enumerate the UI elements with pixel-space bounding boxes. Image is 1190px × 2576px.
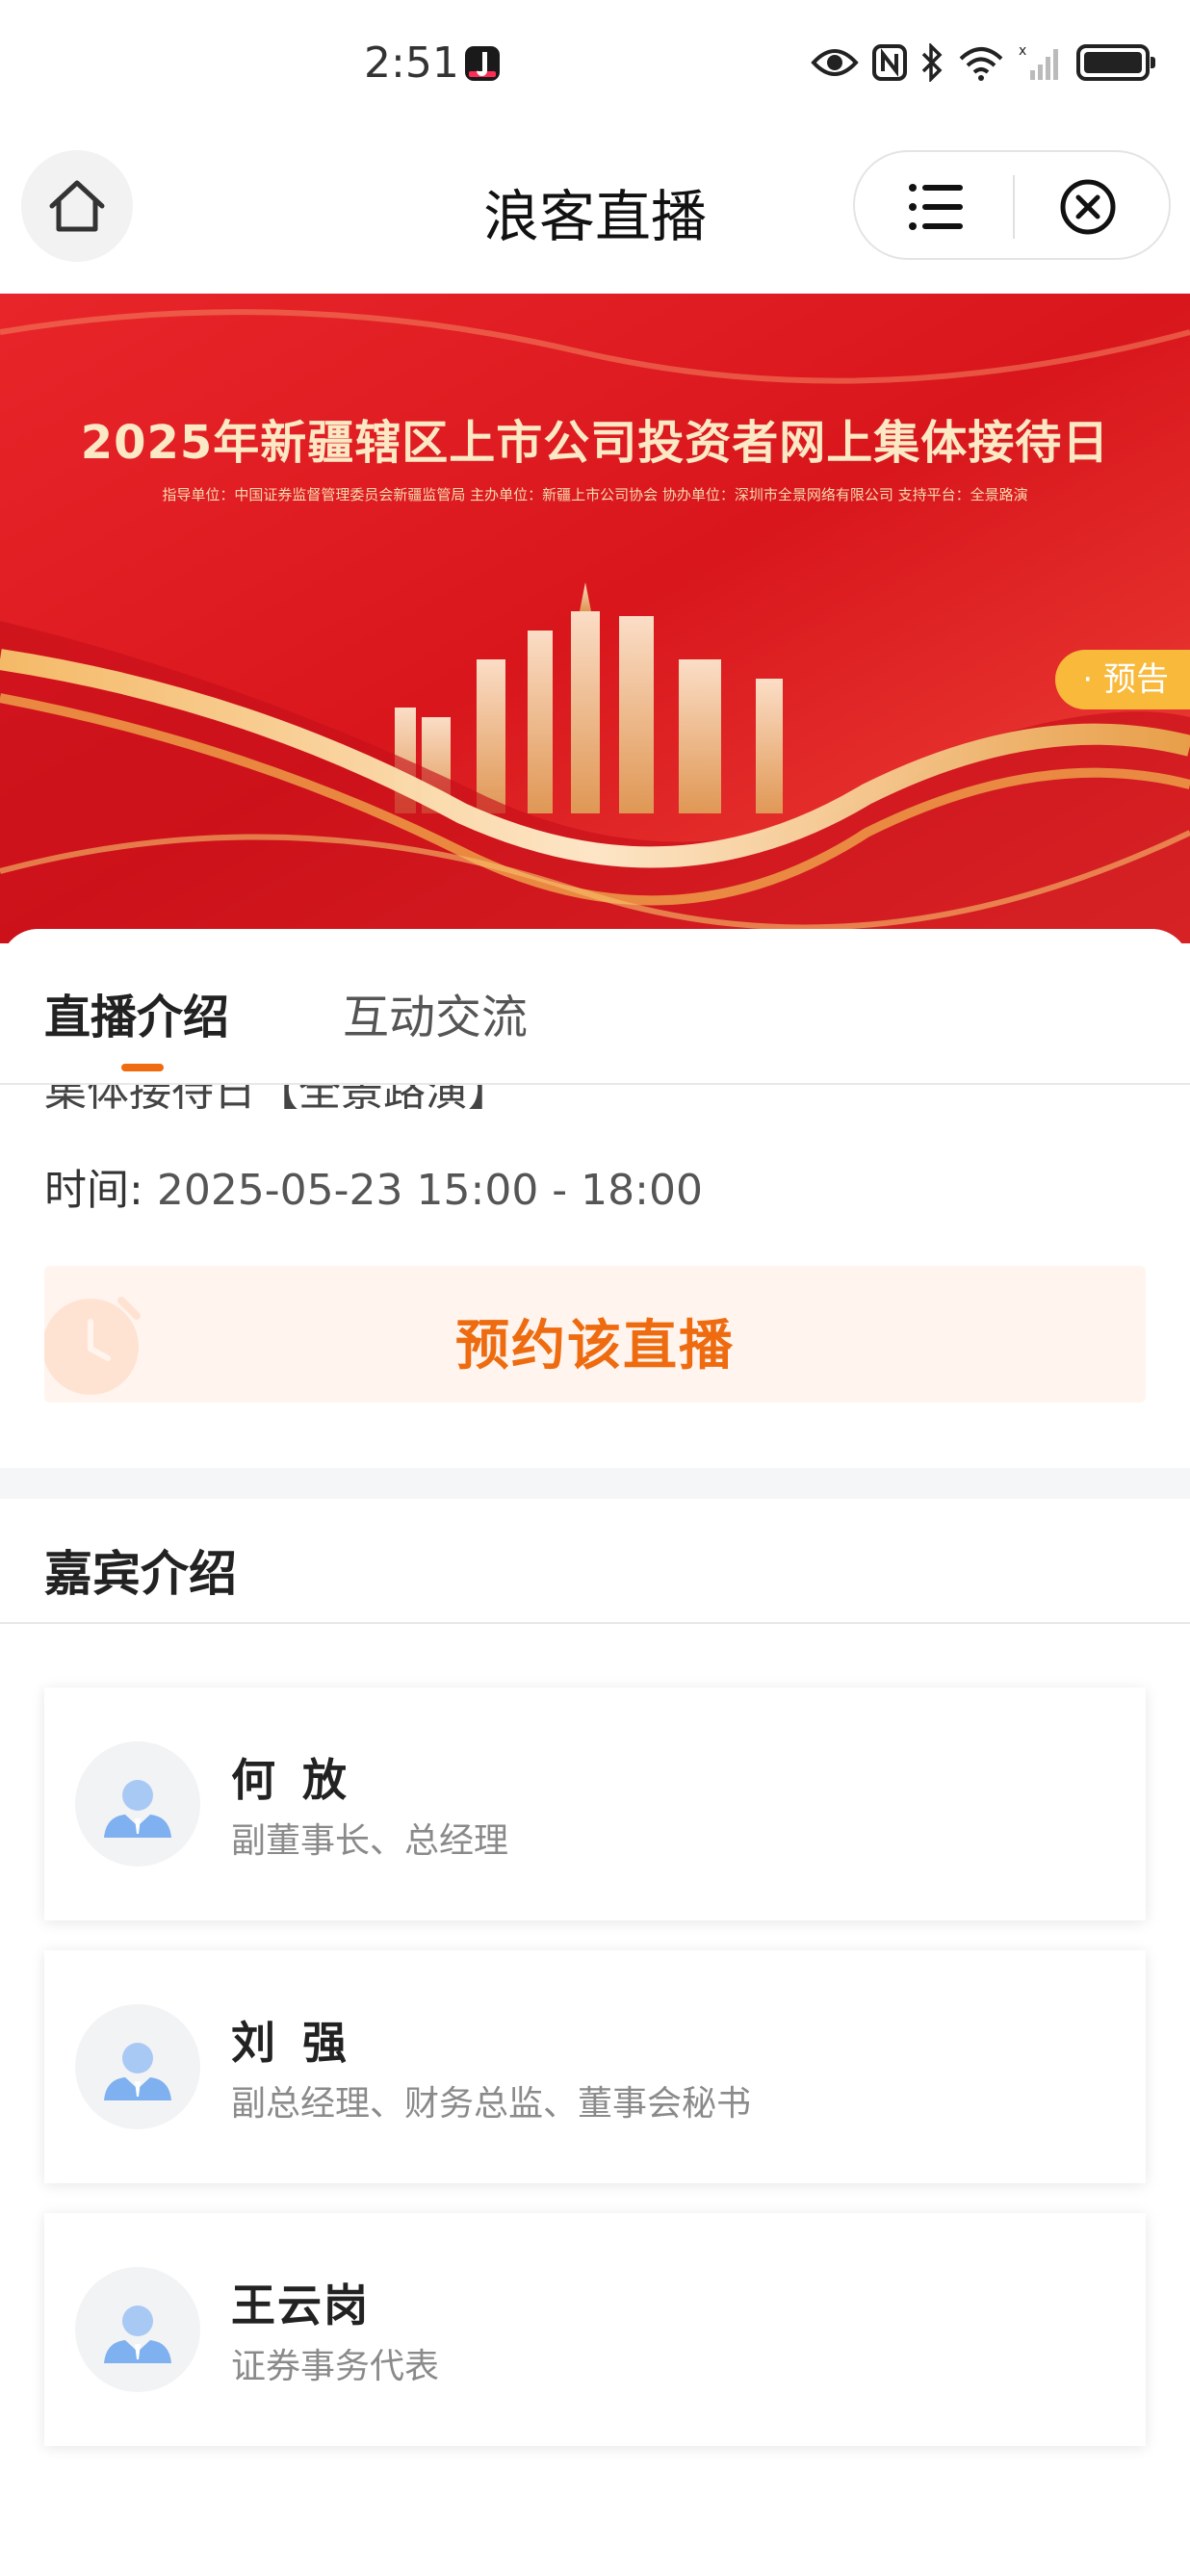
tab-bar: 直播介绍 互动交流 (0, 929, 1190, 1085)
status-time: 2:51 (364, 39, 459, 88)
avatar (75, 2004, 200, 2129)
avatar (75, 1741, 200, 1867)
svg-text:x: x (1019, 43, 1026, 59)
close-button[interactable] (1057, 176, 1119, 238)
status-icons: x (811, 40, 1155, 85)
guest-name: 何 放 (231, 1754, 353, 1806)
wifi-icon (957, 43, 1005, 82)
guest-role: 副董事长、总经理 (231, 1821, 509, 1861)
status-bar: 2:51 x (0, 0, 1190, 135)
guest-card[interactable]: 何 放 副董事长、总经理 (44, 1687, 1146, 1920)
eye-icon (811, 45, 859, 80)
guest-section-header: 嘉宾介绍 (0, 1499, 1190, 1624)
person-icon (104, 2306, 171, 2363)
list-menu-icon (909, 184, 963, 230)
nav-bar: 浪客直播 (0, 135, 1190, 294)
banner-title: 2025年新疆辖区上市公司投资者网上集体接待日 (80, 416, 1110, 470)
section-divider (0, 1468, 1190, 1499)
menu-button[interactable] (903, 178, 970, 236)
person-icon (104, 1780, 171, 1838)
nfc-icon (872, 44, 907, 81)
signal-icon: x (1019, 43, 1063, 82)
reserve-live-button[interactable]: 预约该直播 (44, 1266, 1146, 1403)
tab-live-intro[interactable]: 直播介绍 (44, 979, 229, 1046)
guest-card[interactable]: 王云岗 证券事务代表 (44, 2213, 1146, 2446)
capsule-divider (1013, 175, 1015, 239)
battery-icon (1076, 44, 1155, 81)
content-sheet: 集体接待日【全景路演】 直播介绍 互动交流 时间: 2025-05-23 15:… (0, 929, 1190, 2576)
avatar (75, 2267, 200, 2392)
reserve-label: 预约该直播 (455, 1315, 735, 1378)
active-tab-indicator (121, 1064, 164, 1071)
mini-program-capsule (853, 150, 1171, 260)
preview-badge: · 预告 (1055, 650, 1190, 709)
live-banner-image[interactable]: 2025年新疆辖区上市公司投资者网上集体接待日 指导单位：中国证券监督管理委员会… (0, 294, 1190, 943)
guest-name: 刘 强 (231, 2017, 353, 2069)
banner-subtitle: 指导单位：中国证券监督管理委员会新疆监管局 主办单位：新疆上市公司协会 协办单位… (162, 486, 1028, 503)
time-value: 2025-05-23 15:00 - 18:00 (156, 1166, 703, 1215)
guest-role: 证券事务代表 (231, 2347, 440, 2386)
tab-interaction[interactable]: 互动交流 (343, 979, 528, 1046)
close-circle-icon (1060, 179, 1116, 235)
live-time: 时间: 2025-05-23 15:00 - 18:00 (44, 1155, 703, 1217)
person-icon (104, 2043, 171, 2100)
guest-card[interactable]: 刘 强 副总经理、财务总监、董事会秘书 (44, 1950, 1146, 2183)
tiktok-notification-icon (465, 46, 500, 81)
time-label: 时间: (44, 1166, 143, 1215)
bluetooth-icon (920, 43, 944, 82)
guest-role: 副总经理、财务总监、董事会秘书 (231, 2084, 752, 2124)
guest-name: 王云岗 (231, 2280, 370, 2331)
guest-section-title: 嘉宾介绍 (44, 1546, 237, 1602)
